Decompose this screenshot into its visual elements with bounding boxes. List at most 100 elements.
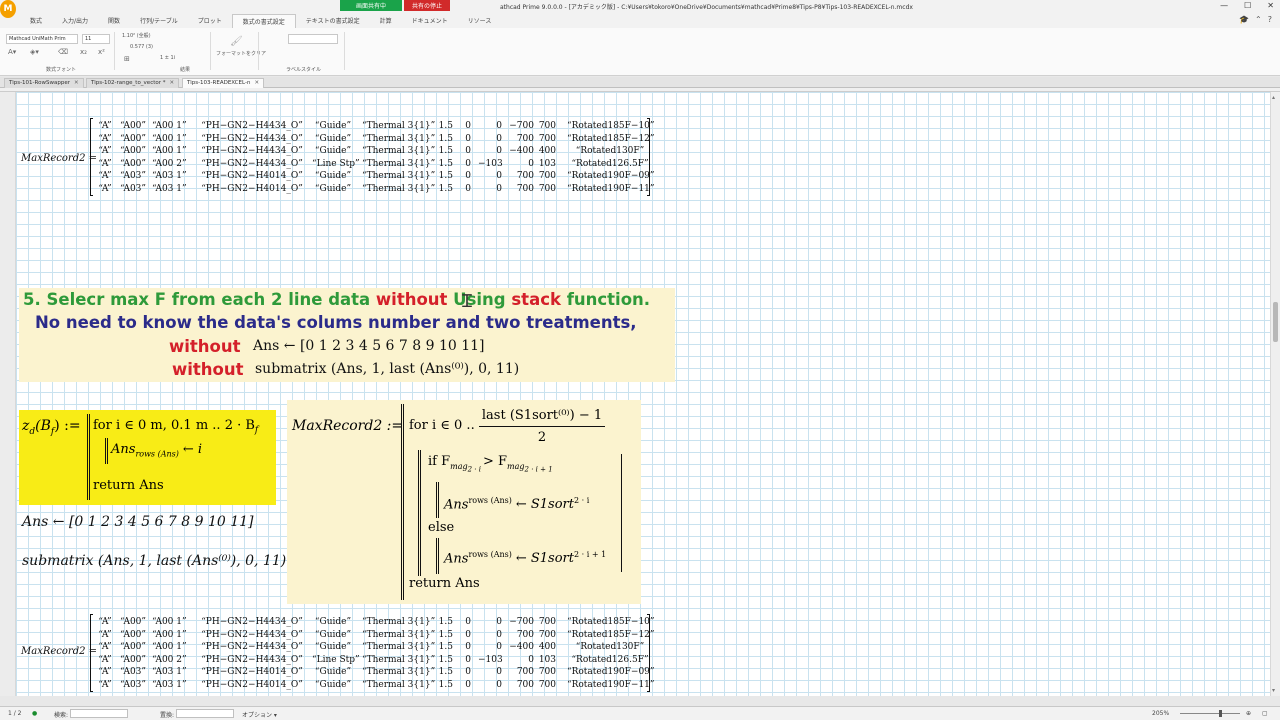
if-gt: > F [482,454,508,469]
ribbon-divider [258,32,259,70]
matrix-cell: “A” [98,654,112,665]
else-rhs-sup: 2 · i + 1 [574,550,607,559]
highlight-color-icon[interactable]: ◈▾ [30,48,39,56]
threshold-icon[interactable]: ⊞ [124,55,130,63]
fit-page-icon[interactable]: ▢ [1262,710,1268,717]
matrix-cell: 1.5 [438,629,453,640]
subscript-icon[interactable]: x₂ [80,48,87,56]
matrix-cell: “Guide” [314,679,352,690]
text-cursor-icon: Ɪ [462,291,473,312]
close-tab-icon[interactable]: ✕ [74,80,79,86]
matrix-cell: “A00” [120,121,146,131]
vertical-scrollbar[interactable]: ▴ ▾ [1270,92,1280,696]
minimize-button[interactable]: — [1220,1,1228,10]
ribbon-right-icons: 🎓 ⌃ ? [1239,15,1272,24]
max-record2-program-region[interactable]: MaxRecord2 := for i ∈ 0 .. last (S1sort⁽… [287,400,641,604]
stop-sharing-button[interactable]: 共有の停止 [404,0,451,11]
zoom-slider[interactable] [1180,713,1240,714]
font-family-dropdown[interactable]: Mathcad UniMath Prim [6,34,78,44]
matrix-bracket-left [90,118,93,196]
app-logo[interactable]: M [0,0,16,18]
matrix-cell: “PH−GN2−H4434_O” [201,617,303,627]
then-sup: rows (Ans) [468,496,512,505]
superscript-icon[interactable]: x² [98,48,105,56]
matrix-cell: “Thermal 3{1}” [362,679,436,690]
ribbon-tab[interactable]: リソース [458,14,502,28]
matrix-cell: −400 [509,642,534,652]
matrix-cell: 1.5 [438,617,453,627]
replace-input[interactable] [176,709,234,718]
ribbon-tab[interactable]: 数式の書式設定 [231,14,296,28]
matrix-cell: “Line Stp” [312,654,360,665]
ribbon-tab[interactable]: 数式 [20,14,52,28]
zoom-in-icon[interactable]: ⊕ [1246,710,1251,717]
matrix-cell: “Guide” [314,617,352,627]
tab-tips-101[interactable]: Tips-101-RowSwapper ✕ [4,78,84,88]
matrix-cell: 1.5 [438,642,453,652]
program-bar [436,482,439,518]
maximize-button[interactable]: ☐ [1244,1,1251,10]
body-sub: rows (Ans) [135,449,179,459]
matrix-cell: “Thermal 3{1}” [362,654,436,665]
for-sub: f [254,425,259,436]
label-style-dropdown[interactable] [288,34,338,44]
ribbon-tab[interactable]: 計算 [370,14,402,28]
if-sub: mag [507,461,525,471]
scroll-down-icon[interactable]: ▾ [1272,687,1275,694]
zoom-slider-thumb[interactable] [1219,710,1222,717]
worksheet[interactable]: MaxRecord2 = “A” “A00” “A00 1” “PH−GN2−H443… [16,92,1270,696]
matrix-cell: “Guide” [314,146,352,156]
ribbon-divider [114,32,115,70]
matrix-cell: 700 [516,667,534,677]
page-indicator: 1 / 2 [8,710,22,717]
matrix-cell: “PH−GN2−H4434_O” [201,133,303,144]
scroll-up-icon[interactable]: ▴ [1272,94,1275,101]
matrix-cell: “A03” [120,171,146,181]
matrix-cell: “Rotated126.5F” [571,654,649,665]
close-button[interactable]: ✕ [1267,1,1274,10]
matrix-cell: “Rotated130F” [575,642,645,652]
precision-dropdown[interactable]: 0.577 (3) [130,44,153,50]
close-tab-icon[interactable]: ✕ [254,80,259,86]
matrix-cell: 1.5 [438,679,453,690]
ribbon-tab[interactable]: プロット [188,14,232,28]
matrix-cell: 1.5 [438,654,453,665]
close-tab-icon[interactable]: ✕ [170,80,175,86]
matrix-cell: −103 [478,654,503,665]
matrix-bracket-left [90,614,93,692]
ribbon-tab[interactable]: 関数 [98,14,130,28]
body-rhs: ← i [182,442,203,457]
heading-text-region[interactable]: 5. Selecr max F from each 2 line data wi… [19,288,675,382]
complex-format-dropdown[interactable]: 1 ± 1i [160,55,175,61]
ribbon-tab[interactable]: 行列/テーブル [130,14,188,28]
label-format-dropdown[interactable]: 1.10² (全般) [122,32,151,39]
zd-function-region[interactable]: zd(Bf) := for i ∈ 0 m, 0.1 m .. 2 · Bf A… [19,410,276,505]
font-size-dropdown[interactable]: 11 [82,34,110,44]
ans-assignment[interactable]: Ans ← [0 1 2 3 4 5 6 7 8 9 10 11] [22,514,254,530]
matrix-cell: 700 [516,133,534,144]
ribbon-tab[interactable]: ドキュメント [402,14,458,28]
collapse-ribbon-icon[interactable]: ⌃ [1255,15,1262,24]
search-input[interactable] [70,709,128,718]
format-painter-icon[interactable]: 🖌 [230,36,243,47]
ribbon-tab[interactable]: テキストの書式設定 [296,14,370,28]
matrix-cell: 0 [465,667,471,677]
tab-tips-102[interactable]: Tips-102-range_to_vector * ✕ [86,78,180,88]
window-title: athcad Prime 9.0.0.0 - [アカデミック版] - C:¥Us… [500,4,913,11]
matrix-cell: 1.5 [438,146,453,156]
help-icon[interactable]: 🎓 [1239,15,1249,24]
help-question-icon[interactable]: ? [1268,15,1272,24]
matrix-cell: “PH−GN2−H4434_O” [201,146,303,156]
text-color-icon[interactable]: A▾ [8,48,16,56]
matrix-cell: 0 [465,171,471,181]
matrix-cell: “Guide” [314,171,352,181]
eraser-icon[interactable]: ⌫ [58,48,68,56]
options-dropdown[interactable]: オプション ▾ [242,710,277,719]
matrix-cell: “A00 1” [152,617,187,627]
scroll-thumb[interactable] [1273,302,1278,342]
matrix-cell: “Thermal 3{1}” [362,146,436,156]
submatrix-expression[interactable]: submatrix (Ans, 1, last (Ans⁽⁰⁾), 0, 11) [22,553,286,569]
tab-tips-103[interactable]: Tips-103-READEXCEL-n ✕ [182,78,265,88]
if-text: if F [428,454,451,469]
ribbon-tab[interactable]: 入力/出力 [52,14,98,28]
